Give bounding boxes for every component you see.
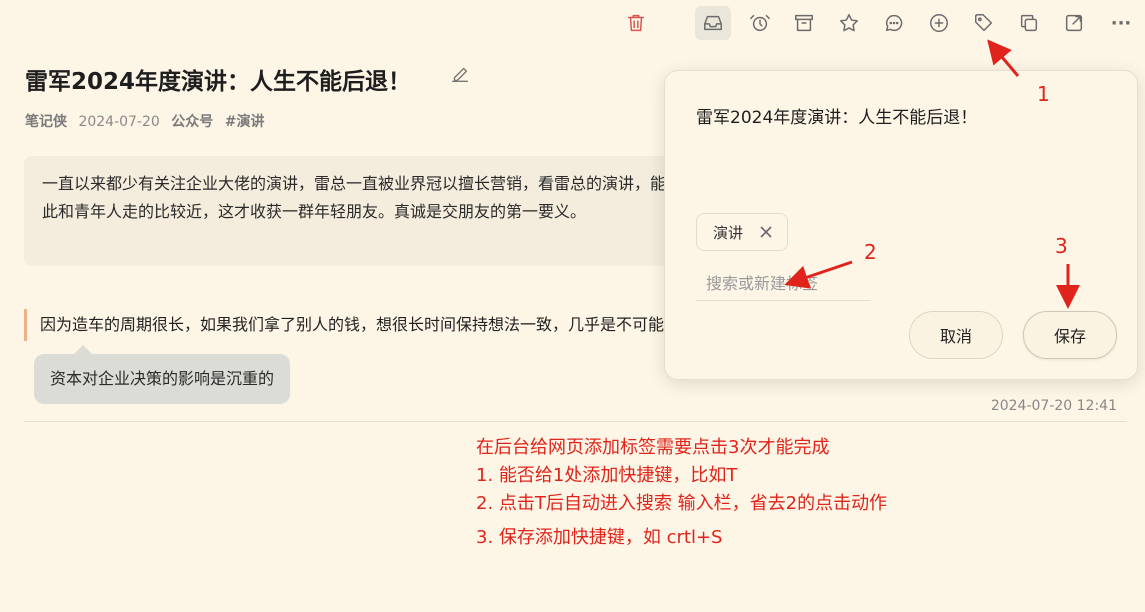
annotation-line: 3. 保存添加快捷键，如 crtl+S: [476, 527, 723, 548]
annotation-line: 2. 点击T后自动进入搜索 输入栏，省去2的点击动作: [476, 493, 888, 514]
copy-icon[interactable]: [1011, 6, 1047, 40]
source: 公众号: [171, 114, 214, 130]
article-tag[interactable]: #演讲: [225, 114, 265, 130]
annotation-line: 1. 能否给1处添加快捷键，比如T: [476, 465, 738, 486]
annotation-line: 在后台给网页添加标签需要点击3次才能完成: [476, 437, 830, 458]
cancel-button[interactable]: 取消: [909, 311, 1003, 359]
tag-icon[interactable]: [966, 6, 1002, 40]
share-icon[interactable]: [1056, 6, 1092, 40]
summary-box: 一直以来都少有关注企业大佬的演讲，雷总一直被业界冠以擅长营销，看雷总的演讲，能感…: [24, 156, 684, 266]
add-circle-icon[interactable]: [921, 6, 957, 40]
comment-icon[interactable]: [876, 6, 912, 40]
popup-title: 雷军2024年度演讲：人生不能后退！: [696, 108, 978, 128]
inbox-icon[interactable]: [695, 6, 731, 40]
marker-3: 3: [1055, 234, 1068, 258]
date: 2024-07-20: [78, 114, 160, 130]
save-button[interactable]: 保存: [1023, 311, 1117, 359]
edit-title-icon[interactable]: [449, 63, 473, 87]
tag-search-input[interactable]: [696, 267, 870, 301]
page-title: 雷军2024年度演讲：人生不能后退！: [25, 69, 412, 95]
tag-chip-label: 演讲: [713, 223, 744, 242]
alarm-icon[interactable]: [742, 6, 778, 40]
marker-2: 2: [864, 240, 877, 264]
trash-icon[interactable]: [618, 6, 654, 40]
more-icon[interactable]: ···: [1103, 6, 1139, 40]
archive-icon[interactable]: [786, 6, 822, 40]
divider: [24, 421, 1127, 422]
note-detail-page: ··· 雷军2024年度演讲：人生不能后退！ 笔记侠 2024-07-20 公众…: [0, 0, 1145, 612]
highlight-quote[interactable]: 因为造车的周期很长，如果我们拿了别人的钱，想很长时间保持想法一致，几乎是不可能的…: [24, 309, 680, 341]
tag-popup: 雷军2024年度演讲：人生不能后退！ 演讲 取消 保存: [664, 70, 1138, 380]
annotation-notes: 在后台给网页添加标签需要点击3次才能完成 1. 能否给1处添加快捷键，比如T 2…: [476, 434, 887, 552]
article-meta: 笔记侠 2024-07-20 公众号 #演讲: [25, 111, 271, 131]
highlight-note[interactable]: 资本对企业决策的影响是沉重的: [34, 345, 291, 404]
author: 笔记侠: [25, 114, 67, 130]
star-icon[interactable]: [831, 6, 867, 40]
close-icon[interactable]: [759, 225, 773, 239]
marker-1: 1: [1037, 82, 1050, 106]
timestamp: 2024-07-20 12:41: [990, 398, 1117, 414]
tag-chip[interactable]: 演讲: [696, 213, 789, 251]
summary-text: 一直以来都少有关注企业大佬的演讲，雷总一直被业界冠以擅长营销，看雷总的演讲，能感…: [42, 174, 684, 221]
